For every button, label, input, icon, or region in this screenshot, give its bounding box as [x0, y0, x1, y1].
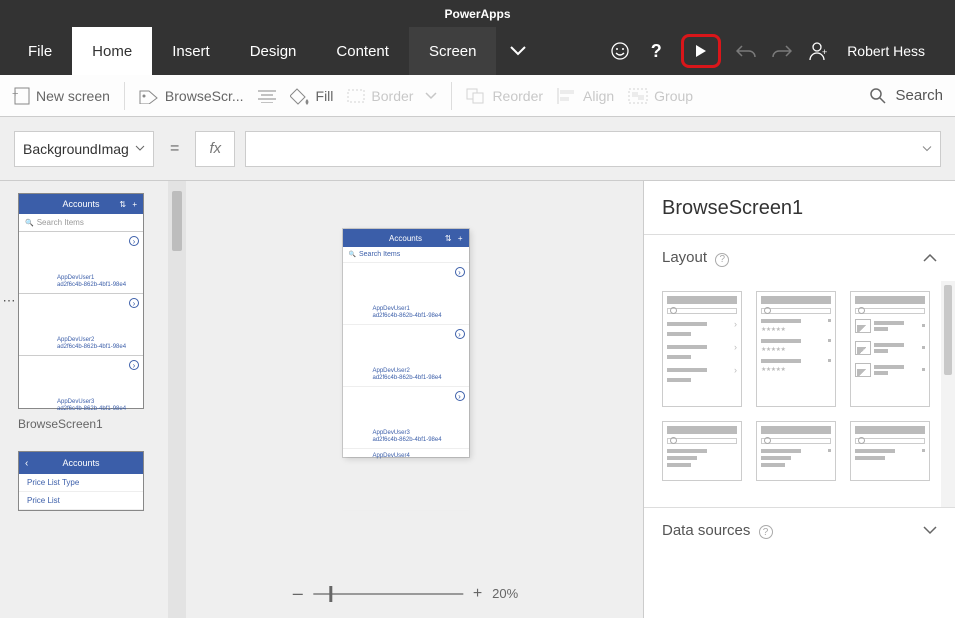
- info-icon[interactable]: ?: [759, 525, 773, 539]
- redo-icon: [772, 43, 792, 59]
- reorder-icon: [466, 88, 486, 104]
- zoom-control: – + 20%: [293, 583, 518, 604]
- right-panel: BrowseScreen1 Layout ? › ›: [643, 181, 955, 618]
- screen-thumb-2[interactable]: ‹Accounts Price List Type Price List: [18, 451, 144, 511]
- group-button: Group: [628, 88, 693, 104]
- paint-bucket-icon: [290, 87, 310, 105]
- datasources-section-header[interactable]: Data sources ?: [644, 508, 955, 554]
- browse-scr-button[interactable]: BrowseScr...: [139, 88, 244, 104]
- screen-thumb-1[interactable]: Accounts⇅ + 🔍Search Items ›AppDevUser1ad…: [18, 193, 144, 409]
- group-icon: [628, 88, 648, 104]
- chevron-down-icon: [135, 145, 145, 152]
- undo-button[interactable]: [735, 40, 757, 62]
- tab-screen[interactable]: Screen: [409, 27, 497, 75]
- undo-icon: [736, 43, 756, 59]
- datasources-section: Data sources ?: [644, 507, 955, 554]
- formula-dropdown[interactable]: [922, 145, 932, 152]
- tab-overflow[interactable]: [496, 27, 540, 75]
- tab-insert[interactable]: Insert: [152, 27, 230, 75]
- chevron-down-icon: [510, 46, 526, 56]
- layout-section-header[interactable]: Layout ?: [644, 235, 955, 281]
- layout-section: Layout ? › › ›: [644, 234, 955, 507]
- zoom-in-button[interactable]: +: [473, 585, 482, 603]
- zoom-value: 20%: [492, 586, 518, 601]
- fx-label: fx: [195, 131, 235, 167]
- person-icon: +: [808, 41, 828, 61]
- ribbon-content: + New screen BrowseScr... Fill Border Re…: [0, 75, 955, 117]
- tab-design[interactable]: Design: [230, 27, 317, 75]
- ribbon-tabs: File Home Insert Design Content Screen ?…: [0, 27, 955, 75]
- canvas-scrollbar[interactable]: [168, 181, 186, 618]
- equals-sign: =: [164, 140, 185, 158]
- zoom-slider[interactable]: [313, 593, 463, 595]
- username[interactable]: Robert Hess: [843, 43, 929, 59]
- zoom-out-button[interactable]: –: [293, 583, 303, 604]
- feedback-button[interactable]: [609, 40, 631, 62]
- help-button[interactable]: ?: [645, 40, 667, 62]
- play-button-highlight: [681, 34, 721, 68]
- chevron-down-icon: [923, 526, 937, 535]
- play-icon: [693, 43, 709, 59]
- layout-option[interactable]: [850, 421, 930, 481]
- border-button[interactable]: Border: [347, 88, 437, 104]
- reorder-button: Reorder: [466, 88, 543, 104]
- formula-input[interactable]: [245, 131, 941, 167]
- search-icon: [869, 87, 887, 105]
- svg-text:+: +: [12, 88, 18, 100]
- chevron-up-icon: [923, 253, 937, 262]
- search-button[interactable]: Search: [869, 87, 943, 105]
- layout-option[interactable]: [662, 421, 742, 481]
- new-screen-button[interactable]: + New screen: [12, 87, 110, 105]
- info-icon[interactable]: ?: [715, 253, 729, 267]
- app-title: PowerApps: [444, 7, 510, 21]
- border-icon: [347, 89, 365, 103]
- align-icon: [557, 88, 577, 104]
- layout-option[interactable]: ★★★★★ ★★★★★ ★★★★★: [756, 291, 836, 407]
- property-dropdown[interactable]: BackgroundImag: [14, 131, 154, 167]
- chevron-down-icon: [922, 145, 932, 152]
- canvas-phone[interactable]: Accounts⇅ + 🔍Search Items ›AppDevUser1ad…: [343, 229, 469, 457]
- account-button[interactable]: +: [807, 40, 829, 62]
- thumb-menu[interactable]: ⋯: [0, 193, 18, 409]
- layout-option[interactable]: [756, 421, 836, 481]
- canvas-area[interactable]: Accounts⇅ + 🔍Search Items ›AppDevUser1ad…: [168, 181, 643, 618]
- redo-button[interactable]: [771, 40, 793, 62]
- screens-panel: ⋯ Accounts⇅ + 🔍Search Items ›AppDevUser1…: [0, 181, 168, 618]
- tab-content[interactable]: Content: [316, 27, 409, 75]
- main-area: ⋯ Accounts⇅ + 🔍Search Items ›AppDevUser1…: [0, 181, 955, 618]
- align-text-button[interactable]: [258, 89, 276, 103]
- layout-options: › › › ★★★★★: [662, 291, 941, 481]
- layout-option[interactable]: [850, 291, 930, 407]
- svg-text:+: +: [822, 47, 827, 57]
- formula-bar: BackgroundImag = fx: [0, 117, 955, 181]
- align-text-icon: [258, 89, 276, 103]
- tab-file[interactable]: File: [8, 27, 72, 75]
- smiley-icon: [610, 41, 630, 61]
- titlebar: PowerApps: [0, 0, 955, 27]
- layout-option[interactable]: › › ›: [662, 291, 742, 407]
- align-button: Align: [557, 88, 614, 104]
- play-button[interactable]: [690, 40, 712, 62]
- layout-scrollbar[interactable]: [941, 281, 955, 507]
- chevron-down-icon: [425, 92, 437, 100]
- fill-button[interactable]: Fill: [290, 87, 334, 105]
- selected-screen-title: BrowseScreen1: [644, 181, 955, 234]
- tab-home[interactable]: Home: [72, 27, 152, 75]
- new-screen-icon: +: [12, 87, 30, 105]
- tag-icon: [139, 88, 159, 104]
